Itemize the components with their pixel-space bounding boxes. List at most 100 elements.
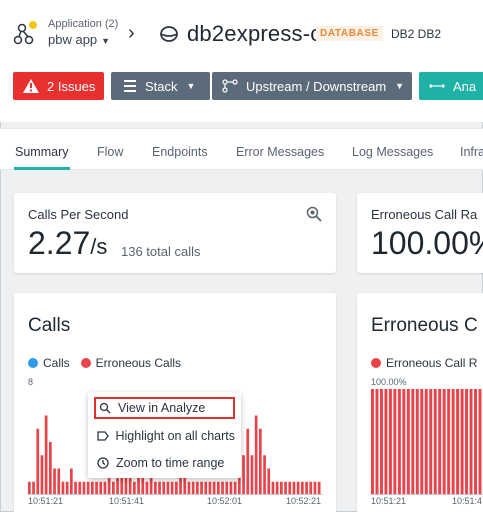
calls-bar[interactable] [229, 481, 233, 495]
calls-bar[interactable] [28, 481, 31, 495]
calls-bar[interactable] [99, 481, 103, 495]
calls-bar[interactable] [61, 481, 65, 495]
calls-bar[interactable] [225, 481, 229, 495]
calls-bar[interactable] [280, 481, 283, 495]
tab-log-messages[interactable]: Log Messages [352, 145, 433, 159]
calls-bar[interactable] [284, 481, 287, 495]
calls-bar[interactable] [78, 481, 82, 495]
calls-bar[interactable] [175, 481, 178, 495]
error-rate-bar[interactable] [460, 389, 464, 495]
calls-bar[interactable] [233, 481, 237, 495]
issues-button[interactable]: 2 Issues [13, 72, 104, 100]
calls-bar[interactable] [158, 481, 161, 495]
calls-bar[interactable] [103, 481, 107, 495]
error-rate-bar[interactable] [442, 389, 446, 495]
calls-bar[interactable] [263, 455, 266, 495]
calls-bar[interactable] [86, 481, 90, 495]
upstream-downstream-button[interactable]: Upstream / Downstream ▼ [212, 72, 412, 100]
calls-bar[interactable] [95, 481, 98, 495]
calls-bar[interactable] [154, 481, 157, 495]
tab-endpoints[interactable]: Endpoints [152, 145, 208, 159]
error-rate-bar[interactable] [474, 389, 478, 495]
calls-bar[interactable] [259, 428, 262, 495]
calls-bar[interactable] [49, 442, 52, 495]
calls-bar[interactable] [70, 468, 73, 496]
error-rate-bar[interactable] [451, 389, 455, 495]
calls-bar[interactable] [82, 481, 86, 495]
calls-bar[interactable] [74, 481, 77, 495]
calls-bar[interactable] [191, 481, 195, 495]
menu-item-view-in-analyze[interactable]: View in Analyze [94, 397, 235, 419]
error-rate-bar[interactable] [411, 389, 415, 495]
error-rate-bar[interactable] [478, 389, 482, 495]
tab-infrastructure[interactable]: Infra [460, 145, 483, 159]
calls-bar[interactable] [208, 481, 212, 495]
calls-bar[interactable] [32, 481, 35, 495]
calls-bar[interactable] [133, 481, 136, 495]
calls-bar[interactable] [275, 481, 279, 495]
error-rate-bar[interactable] [424, 389, 428, 495]
menu-item-zoom-time-range[interactable]: Zoom to time range [94, 452, 235, 474]
calls-bar[interactable] [217, 481, 220, 495]
tab-error-messages[interactable]: Error Messages [236, 145, 324, 159]
calls-bar[interactable] [212, 481, 216, 495]
calls-bar[interactable] [296, 481, 300, 495]
calls-bar[interactable] [162, 481, 166, 495]
calls-bar[interactable] [187, 481, 191, 495]
error-rate-bar[interactable] [384, 389, 388, 495]
error-rate-bar[interactable] [379, 389, 383, 495]
menu-item-highlight[interactable]: Highlight on all charts [94, 425, 235, 447]
error-rate-bar[interactable] [456, 389, 460, 495]
calls-bar[interactable] [292, 481, 296, 495]
calls-bar[interactable] [170, 481, 174, 495]
legend-erroneous-calls[interactable]: Erroneous Calls [96, 356, 181, 370]
calls-bar[interactable] [305, 481, 308, 495]
error-rate-bar[interactable] [433, 389, 437, 495]
calls-bar[interactable] [166, 481, 170, 495]
calls-bar[interactable] [254, 415, 258, 496]
error-rate-bar[interactable] [406, 389, 410, 495]
calls-bar[interactable] [145, 481, 149, 495]
calls-bar[interactable] [196, 481, 199, 495]
calls-bar[interactable] [36, 428, 40, 495]
error-rate-bar[interactable] [402, 389, 406, 495]
zoom-icon[interactable] [306, 206, 322, 222]
calls-bar[interactable] [317, 481, 321, 495]
tab-summary[interactable]: Summary [15, 145, 68, 159]
error-rate-bar[interactable] [415, 389, 419, 495]
calls-bar[interactable] [40, 455, 44, 495]
calls-bar[interactable] [57, 468, 61, 496]
calls-bar[interactable] [112, 481, 115, 495]
stack-button[interactable]: Stack ▼ [111, 72, 210, 100]
calls-bar[interactable] [271, 481, 275, 495]
calls-bar[interactable] [313, 481, 317, 495]
error-rate-bar[interactable] [465, 389, 469, 495]
error-rate-bar[interactable] [393, 389, 397, 495]
legend-calls[interactable]: Calls [43, 356, 70, 370]
calls-bar[interactable] [221, 481, 224, 495]
calls-bar[interactable] [309, 481, 313, 495]
error-rate-bar[interactable] [420, 389, 424, 495]
error-rate-bar[interactable] [388, 389, 392, 495]
calls-bar[interactable] [65, 481, 69, 495]
calls-bar[interactable] [288, 481, 292, 495]
calls-bar[interactable] [242, 455, 245, 495]
app-selector[interactable]: pbw app ▼ [48, 32, 110, 47]
calls-bar[interactable] [267, 468, 271, 496]
calls-bar[interactable] [91, 481, 94, 495]
app-nodes-icon[interactable] [13, 20, 41, 46]
error-rate-bar[interactable] [371, 389, 374, 495]
error-rate-bar[interactable] [397, 389, 401, 495]
tab-flow[interactable]: Flow [97, 145, 123, 159]
error-rate-bar[interactable] [375, 389, 379, 495]
error-rate-bar[interactable] [469, 389, 473, 495]
error-rate-bar[interactable] [429, 389, 433, 495]
calls-bar[interactable] [246, 428, 250, 495]
calls-bar[interactable] [44, 415, 48, 496]
error-rate-bar[interactable] [438, 389, 442, 495]
calls-bar[interactable] [53, 468, 56, 496]
calls-bar[interactable] [301, 481, 304, 495]
error-rate-bar[interactable] [447, 389, 451, 495]
calls-bar[interactable] [204, 481, 208, 495]
calls-bar[interactable] [200, 481, 203, 495]
